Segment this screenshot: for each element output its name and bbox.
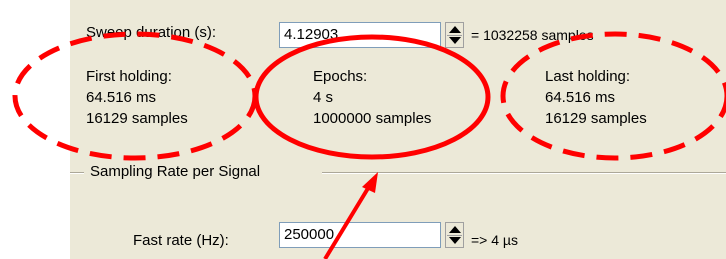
sweep-duration-label: Sweep duration (s): — [86, 24, 217, 41]
sweep-samples-readout: = 1032258 samples — [471, 27, 594, 43]
sweep-duration-spinner[interactable] — [445, 22, 464, 48]
fast-rate-input[interactable]: 250000 — [279, 222, 441, 248]
epochs-time: 4 s — [313, 89, 334, 106]
last-holding-title: Last holding: — [545, 68, 631, 85]
spin-down-arrow-icon[interactable] — [449, 37, 461, 44]
epochs-title: Epochs: — [313, 68, 368, 85]
group-border-right — [322, 172, 726, 174]
first-holding-samples: 16129 samples — [86, 110, 188, 127]
spin-divider — [447, 35, 462, 36]
spin-down-arrow-icon[interactable] — [449, 237, 461, 244]
fast-rate-result: => 4 µs — [471, 232, 518, 248]
first-holding-time: 64.516 ms — [86, 89, 157, 106]
group-border-left — [70, 172, 84, 174]
epochs-samples: 1000000 samples — [313, 110, 432, 127]
spin-up-arrow-icon[interactable] — [449, 226, 461, 233]
last-holding-samples: 16129 samples — [545, 110, 647, 127]
first-holding-title: First holding: — [86, 68, 172, 85]
fast-rate-label: Fast rate (Hz): — [133, 232, 229, 249]
spin-up-arrow-icon[interactable] — [449, 26, 461, 33]
spin-divider — [447, 235, 462, 236]
last-holding-time: 64.516 ms — [545, 89, 616, 106]
fast-rate-spinner[interactable] — [445, 222, 464, 248]
sampling-group-title: Sampling Rate per Signal — [88, 163, 263, 180]
sweep-duration-input[interactable]: 4.12903 — [279, 22, 441, 48]
